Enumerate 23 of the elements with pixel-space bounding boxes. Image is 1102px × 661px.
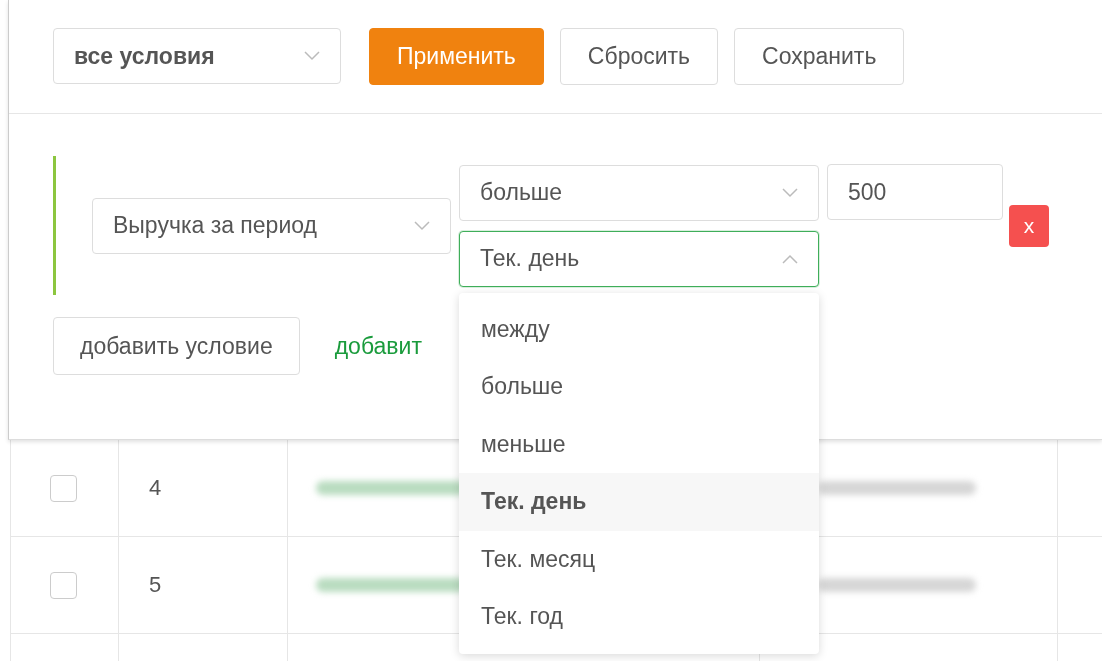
chevron-down-icon — [414, 220, 430, 231]
chevron-up-icon — [782, 253, 798, 264]
dropdown-option[interactable]: больше — [459, 358, 819, 416]
row-number: 5 — [149, 572, 162, 598]
dropdown-option[interactable]: Тек. год — [459, 588, 819, 646]
dropdown-option[interactable]: Тек. день — [459, 473, 819, 531]
row-number: 4 — [149, 475, 162, 501]
chevron-down-icon — [782, 187, 798, 198]
add-group-link[interactable]: добавит — [334, 332, 422, 360]
chevron-down-icon — [304, 51, 320, 61]
field-select[interactable]: Выручка за период — [92, 197, 451, 254]
operator-select[interactable]: больше — [459, 164, 819, 221]
value-field[interactable]: 500 — [827, 164, 1003, 220]
dropdown-option[interactable]: между — [459, 300, 819, 358]
add-condition-button[interactable]: добавить условие — [53, 317, 300, 375]
row-checkbox[interactable] — [50, 474, 77, 502]
dropdown-option[interactable]: меньше — [459, 415, 819, 473]
dropdown-option[interactable]: Тек. месяц — [459, 530, 819, 588]
toolbar-button[interactable]: Сохранить — [734, 28, 905, 85]
period-select[interactable]: Тек. день — [459, 230, 819, 287]
row-checkbox[interactable] — [50, 571, 77, 599]
toolbar-button[interactable]: Сбросить — [559, 28, 719, 85]
match-select[interactable]: все условия — [53, 28, 341, 84]
